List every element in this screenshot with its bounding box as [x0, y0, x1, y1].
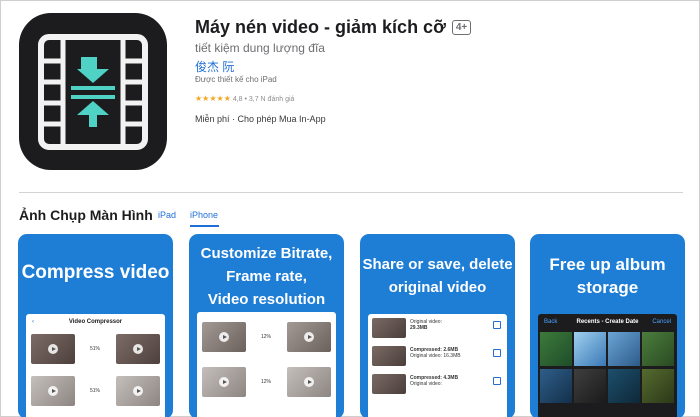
card-caption: Customize Bitrate, Frame rate, Video res…: [200, 245, 333, 308]
list-item: Compressed: 2.6MB Original video: 16.3MB: [372, 346, 503, 369]
video-compress-icon: [19, 13, 167, 170]
designed-for-label: Được thiết kế cho iPad: [195, 75, 277, 84]
video-thumbnail: [372, 374, 406, 394]
album-photo: [608, 332, 640, 366]
list-item-size: Original video:: [410, 381, 442, 387]
album-photo: [642, 369, 674, 403]
screenshot-card-free-storage[interactable]: Free up album storage Back Recents - Cre…: [530, 234, 685, 417]
back-button: Back: [544, 319, 558, 325]
price-label: Miễn phí · Cho phép Mua In-App: [195, 114, 326, 124]
video-thumbnail: [31, 376, 75, 406]
screenshot-card-customize[interactable]: Customize Bitrate, Frame rate, Video res…: [189, 234, 344, 417]
phone-nav-bar: Back Recents - Create Date Cancel: [538, 314, 677, 330]
rating-text: 4,8 • 3,7 N đánh giá: [232, 96, 295, 103]
back-chevron-icon: ‹: [32, 319, 34, 325]
app-title-text: Máy nén video - giảm kích cỡ: [195, 17, 446, 37]
app-subtitle: tiết kiệm dung lượng đĩa: [195, 41, 325, 55]
list-item-text: Compressed: 2.6MB Original video: 16.3MB: [410, 347, 461, 359]
play-icon: [219, 377, 229, 387]
phone-mockup: ‹ Video Compressor 51% 51%: [26, 314, 165, 417]
video-thumbnail: [287, 367, 331, 397]
tab-iphone[interactable]: iPhone: [190, 210, 218, 220]
album-photo: [608, 369, 640, 403]
rating-stars-icon: ★★★★★: [195, 94, 231, 103]
screenshot-card-compress[interactable]: Compress video ‹ Video Compressor 51% 51…: [18, 234, 173, 417]
phone-nav-bar: ‹ Video Compressor: [26, 314, 165, 330]
album-photo: [540, 369, 572, 403]
share-icon[interactable]: [493, 377, 501, 385]
app-store-page: Máy nén video - giảm kích cỡ 4+ tiết kiệm…: [0, 0, 700, 417]
play-icon: [48, 344, 58, 354]
list-item-size: 29.3MB: [410, 325, 428, 331]
card-caption: Share or save, delete original video: [362, 256, 513, 296]
compression-percent: 51%: [90, 346, 101, 352]
card-caption: Compress video: [21, 262, 170, 283]
screenshots-heading: Ảnh Chụp Màn Hình: [19, 207, 153, 223]
list-item-text: Original video: 29.3MB: [410, 319, 442, 331]
compression-percent: 12%: [261, 379, 272, 385]
list-item-text: Compressed: 4.3MB Original video:: [410, 375, 458, 387]
album-photo: [540, 332, 572, 366]
video-thumbnail: [287, 322, 331, 352]
section-divider: [19, 192, 683, 193]
video-thumbnail: [372, 346, 406, 366]
age-rating-badge: 4+: [451, 20, 472, 35]
album-photo: [574, 332, 606, 366]
phone-screen-title: Video Compressor: [68, 319, 123, 325]
phone-mockup: Back Recents - Create Date Cancel: [538, 314, 677, 417]
video-thumbnail: [116, 334, 160, 364]
play-icon: [219, 332, 229, 342]
list-item: Compressed: 4.3MB Original video:: [372, 374, 503, 397]
card-caption: Free up album storage: [549, 255, 666, 297]
phone-mockup: Original video: 29.3MB Compressed: 2.6MB O…: [368, 314, 507, 417]
tab-selected-indicator: [190, 225, 219, 227]
compression-percent: 12%: [261, 334, 272, 340]
video-thumbnail: [116, 376, 160, 406]
video-thumbnail: [202, 367, 246, 397]
screenshot-card-share[interactable]: Share or save, delete original video Ori…: [360, 234, 515, 417]
cancel-button: Cancel: [652, 319, 671, 325]
play-icon: [304, 332, 314, 342]
album-photo: [574, 369, 606, 403]
video-thumbnail: [202, 322, 246, 352]
tab-ipad[interactable]: iPad: [158, 210, 176, 220]
play-icon: [304, 377, 314, 387]
phone-mockup: 12% 12%: [197, 312, 336, 417]
developer-link[interactable]: 俊杰 阮: [195, 58, 234, 75]
play-icon: [133, 386, 143, 396]
share-icon[interactable]: [493, 321, 501, 329]
play-icon: [133, 344, 143, 354]
list-item: Original video: 29.3MB: [372, 318, 503, 341]
album-photo: [642, 332, 674, 366]
rating-summary: ★★★★★ 4,8 • 3,7 N đánh giá: [195, 94, 294, 103]
play-icon: [48, 386, 58, 396]
app-title: Máy nén video - giảm kích cỡ 4+: [195, 17, 472, 38]
compression-percent: 51%: [90, 388, 101, 394]
share-icon[interactable]: [493, 349, 501, 357]
video-thumbnail: [31, 334, 75, 364]
phone-screen-title: Recents - Create Date: [576, 319, 639, 325]
video-thumbnail: [372, 318, 406, 338]
list-item-size: Original video: 16.3MB: [410, 353, 461, 359]
